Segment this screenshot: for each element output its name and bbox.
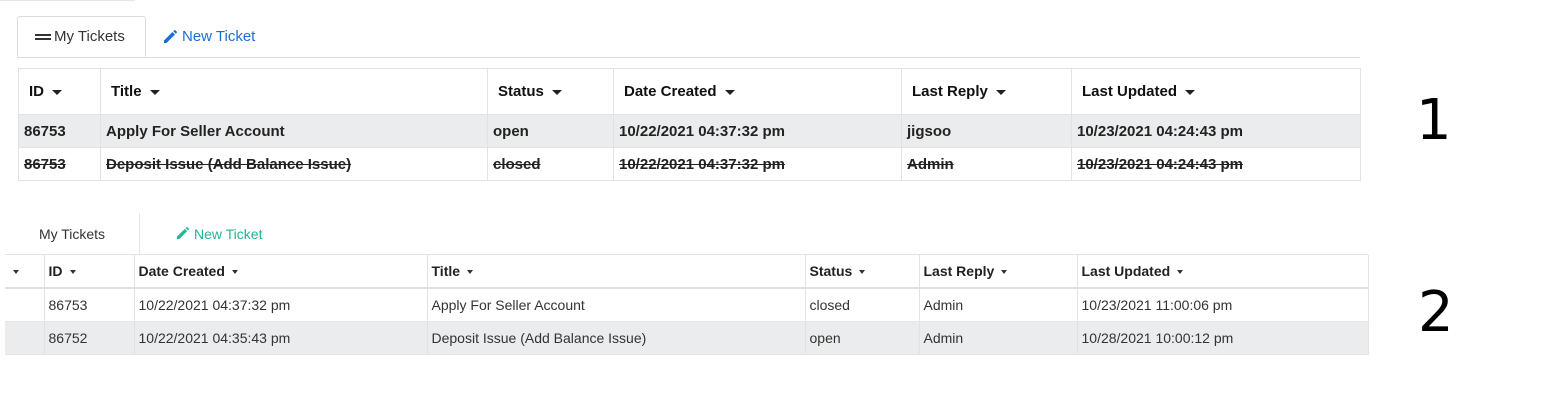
v2-tab-my-tickets[interactable]: My Tickets — [5, 213, 140, 254]
cell-status: closed — [487, 147, 614, 181]
cell-select[interactable] — [5, 321, 45, 355]
cell-last-reply: Admin — [901, 147, 1072, 181]
v1-col-status[interactable]: Status — [487, 68, 614, 115]
caret-down-icon — [69, 270, 76, 275]
caret-down-icon — [1001, 270, 1008, 275]
caret-down-icon — [231, 270, 238, 275]
caret-down-icon — [1185, 89, 1196, 95]
caret-down-icon — [13, 270, 19, 275]
cell-status: closed — [805, 288, 920, 322]
cell-date-created: 10/22/2021 04:35:43 pm — [134, 321, 428, 355]
caret-down-icon — [995, 89, 1006, 95]
v2-col-last-updated[interactable]: Last Updated — [1077, 255, 1369, 289]
cell-id: 86752 — [44, 321, 135, 355]
cell-date-created: 10/22/2021 04:37:32 pm — [613, 114, 902, 148]
cell-last-updated: 10/23/2021 04:24:43 pm — [1071, 147, 1361, 181]
cell-status: open — [487, 114, 614, 148]
cell-date-created: 10/22/2021 04:37:32 pm — [134, 288, 428, 322]
table-row[interactable]: 86753 10/22/2021 04:37:32 pm Apply For S… — [5, 288, 1369, 322]
v1-tab-bar: My Tickets New Ticket — [17, 16, 1360, 58]
v2-header-row: ID Date Created Title Status Last Reply … — [5, 255, 1369, 289]
v1-col-last-reply[interactable]: Last Reply — [901, 68, 1072, 115]
v2-col-last-reply[interactable]: Last Reply — [919, 255, 1078, 289]
v1-tab-my-tickets[interactable]: My Tickets — [17, 16, 146, 57]
v2-tab-new-ticket[interactable]: New Ticket — [175, 213, 262, 254]
cell-last-updated: 10/23/2021 04:24:43 pm — [1071, 114, 1361, 148]
cell-last-updated: 10/28/2021 10:00:12 pm — [1077, 321, 1369, 355]
v2-tickets-table: ID Date Created Title Status Last Reply … — [5, 255, 1369, 355]
caret-down-icon — [52, 89, 62, 95]
cell-select[interactable] — [5, 288, 45, 322]
cell-status: open — [805, 321, 920, 355]
cell-last-reply: jigsoo — [901, 114, 1072, 148]
caret-down-icon — [724, 89, 735, 95]
v1-tickets-table: ID Title Status Date Created Last Reply … — [18, 68, 1361, 181]
cell-last-reply: Admin — [919, 288, 1078, 322]
cell-title[interactable]: Deposit Issue (Add Balance Issue) — [427, 321, 806, 355]
v1-col-title[interactable]: Title — [100, 68, 488, 115]
v2-col-date-created[interactable]: Date Created — [134, 255, 428, 289]
cell-last-reply: Admin — [919, 321, 1078, 355]
v2-col-id[interactable]: ID — [44, 255, 135, 289]
table-row[interactable]: 86753 Deposit Issue (Add Balance Issue) … — [18, 147, 1361, 181]
top-divider — [0, 0, 135, 1]
v1-col-id[interactable]: ID — [18, 68, 101, 115]
v2-tab-my-tickets-label: My Tickets — [38, 225, 106, 242]
v1-tab-my-tickets-label: My Tickets — [54, 28, 125, 45]
variant-marker-2: 2 — [1418, 280, 1454, 345]
pencil-icon — [176, 226, 190, 240]
caret-down-icon — [1177, 270, 1184, 275]
v1-tab-new-ticket[interactable]: New Ticket — [162, 16, 282, 57]
cell-title[interactable]: Apply For Seller Account — [100, 114, 488, 148]
caret-down-icon — [859, 270, 866, 275]
variant-marker-1: 1 — [1416, 88, 1452, 153]
cell-title[interactable]: Deposit Issue (Add Balance Issue) — [100, 147, 488, 181]
v2-col-title[interactable]: Title — [427, 255, 806, 289]
v1-col-date-created[interactable]: Date Created — [613, 68, 902, 115]
caret-down-icon — [467, 270, 474, 275]
table-row[interactable]: 86752 10/22/2021 04:35:43 pm Deposit Iss… — [5, 321, 1369, 355]
v2-col-status[interactable]: Status — [805, 255, 920, 289]
v2-col-select[interactable] — [5, 255, 45, 289]
v1-header-row: ID Title Status Date Created Last Reply … — [18, 68, 1361, 115]
cell-id: 86753 — [44, 288, 135, 322]
cell-last-updated: 10/23/2021 11:00:06 pm — [1077, 288, 1369, 322]
cell-date-created: 10/22/2021 04:37:32 pm — [613, 147, 902, 181]
caret-down-icon — [149, 89, 160, 95]
v1-tab-new-ticket-label: New Ticket — [182, 28, 256, 45]
v1-col-last-updated[interactable]: Last Updated — [1071, 68, 1361, 115]
table-row[interactable]: 86753 Apply For Seller Account open 10/2… — [18, 114, 1361, 148]
hamburger-icon — [35, 33, 51, 40]
v2-tab-new-ticket-label: New Ticket — [194, 225, 263, 242]
cell-id: 86753 — [18, 114, 101, 148]
cell-id: 86753 — [18, 147, 101, 181]
caret-down-icon — [551, 89, 562, 95]
cell-title[interactable]: Apply For Seller Account — [427, 288, 806, 322]
v2-tab-bar: My Tickets New Ticket — [5, 213, 1368, 255]
pencil-icon — [164, 29, 177, 43]
